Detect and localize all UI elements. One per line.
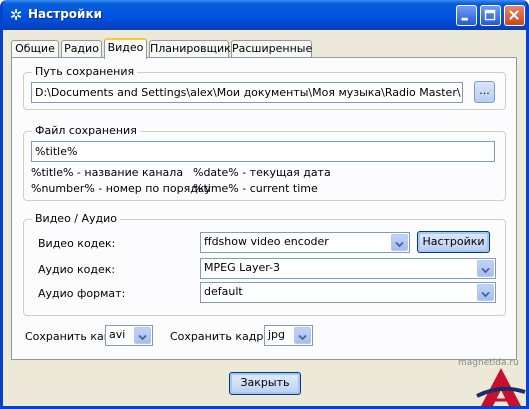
save-frame-label: Сохранить кадр в: [170,330,278,343]
tab-label: Планировщик [150,42,231,55]
watermark-logo-icon [476,368,526,406]
video-codec-select[interactable]: ffdshow video encoder [200,232,410,253]
browse-button[interactable]: ... [474,81,495,103]
audio-codec-select[interactable]: MPEG Layer-3 [200,258,496,279]
minimize-icon [461,17,468,21]
save-file-group: Файл сохранения %title% %title% - назван… [23,124,506,201]
hint-title: %title% - название канала [31,166,184,179]
audio-format-value: default [204,285,243,298]
hint-date: %date% - текущая дата [193,166,331,179]
tab-label: Общие [15,42,55,55]
title-bar[interactable]: ✲ Настройки [3,0,526,30]
save-path-input[interactable]: D:\Documents and Settings\alex\Мои докум… [31,82,463,103]
dropdown-arrow-icon[interactable] [134,327,151,344]
video-tab-panel: Путь сохранения D:\Documents and Setting… [11,57,517,360]
close-icon [509,10,519,20]
save-frame-value: jpg [268,328,286,341]
save-as-label: Сохранить как: [25,330,115,343]
dropdown-arrow-icon[interactable] [391,234,408,251]
dropdown-arrow-icon[interactable] [477,260,494,277]
maximize-button[interactable] [480,5,501,26]
close-window-button[interactable] [504,5,525,26]
tab-advanced[interactable]: Расширенные [231,40,312,57]
save-path-legend: Путь сохранения [32,65,138,78]
close-button[interactable]: Закрыть [229,372,301,395]
tab-label: Расширенные [232,42,313,55]
maximize-icon [484,9,496,21]
video-codec-label: Видео кодек: [38,237,116,250]
audio-format-select[interactable]: default [200,282,496,303]
save-file-legend: Файл сохранения [32,124,140,137]
window-title: Настройки [28,7,103,21]
tab-label: Радио [64,42,99,55]
audio-format-label: Аудио формат: [38,287,126,300]
tab-label: Видео [107,41,144,54]
tab-video[interactable]: Видео [104,38,147,59]
tab-scheduler[interactable]: Планировщик [149,40,231,57]
file-name-pattern-input[interactable]: %title% [31,141,495,162]
tab-general[interactable]: Общие [11,40,59,57]
save-path-group: Путь сохранения D:\Documents and Setting… [23,65,506,110]
hint-time: %time% - current time [193,182,318,195]
dropdown-arrow-icon[interactable] [294,327,311,344]
tab-radio[interactable]: Радио [61,40,102,57]
save-frame-select[interactable]: jpg [264,325,313,346]
hint-number: %number% - номер по порядку [31,182,211,195]
audio-codec-label: Аудио кодек: [38,263,116,276]
app-gear-icon: ✲ [9,6,23,24]
dropdown-arrow-icon[interactable] [477,284,494,301]
save-as-value: avi [109,328,126,341]
audio-codec-value: MPEG Layer-3 [204,261,281,274]
video-audio-legend: Видео / Аудио [32,212,121,225]
video-audio-group: Видео / Аудио Видео кодек: ffdshow video… [23,212,506,316]
video-codec-value: ffdshow video encoder [204,235,329,248]
codec-settings-button[interactable]: Настройки [417,231,490,253]
save-as-select[interactable]: avi [105,325,153,346]
minimize-button[interactable] [456,5,477,26]
